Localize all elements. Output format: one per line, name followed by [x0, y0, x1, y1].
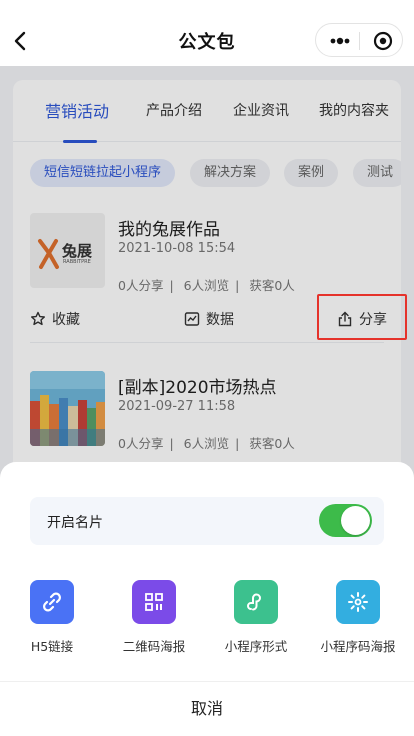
capsule-divider — [359, 32, 360, 50]
miniprogram-code-icon — [336, 580, 380, 624]
share-option-label: 小程序形式 — [224, 639, 288, 654]
close-target-icon[interactable] — [365, 24, 401, 58]
miniprogram-capsule — [315, 23, 403, 57]
share-option-miniprogram-code-poster[interactable]: 小程序码海报 — [308, 580, 408, 655]
share-option-miniprogram[interactable]: 小程序形式 — [206, 580, 306, 655]
share-bottom-sheet: 开启名片 H5链接 二维码海报 小程序形式 小程序码海报 取消 — [0, 462, 414, 736]
toggle-label: 开启名片 — [47, 515, 103, 531]
miniprogram-icon — [234, 580, 278, 624]
switch-knob — [341, 506, 370, 535]
top-nav-bar: 公文包 — [0, 0, 414, 66]
business-card-switch[interactable] — [319, 504, 372, 537]
more-dots-icon[interactable] — [322, 24, 358, 58]
link-icon — [30, 580, 74, 624]
share-option-label: 小程序码海报 — [320, 639, 396, 654]
share-option-label: H5链接 — [30, 639, 74, 654]
share-option-qrcode-poster[interactable]: 二维码海报 — [104, 580, 204, 655]
share-option-h5-link[interactable]: H5链接 — [2, 580, 102, 655]
share-highlight-box — [317, 294, 407, 340]
business-card-toggle-row: 开启名片 — [30, 497, 384, 545]
cancel-button[interactable]: 取消 — [0, 682, 414, 736]
share-option-label: 二维码海报 — [122, 639, 186, 654]
qrcode-icon — [132, 580, 176, 624]
